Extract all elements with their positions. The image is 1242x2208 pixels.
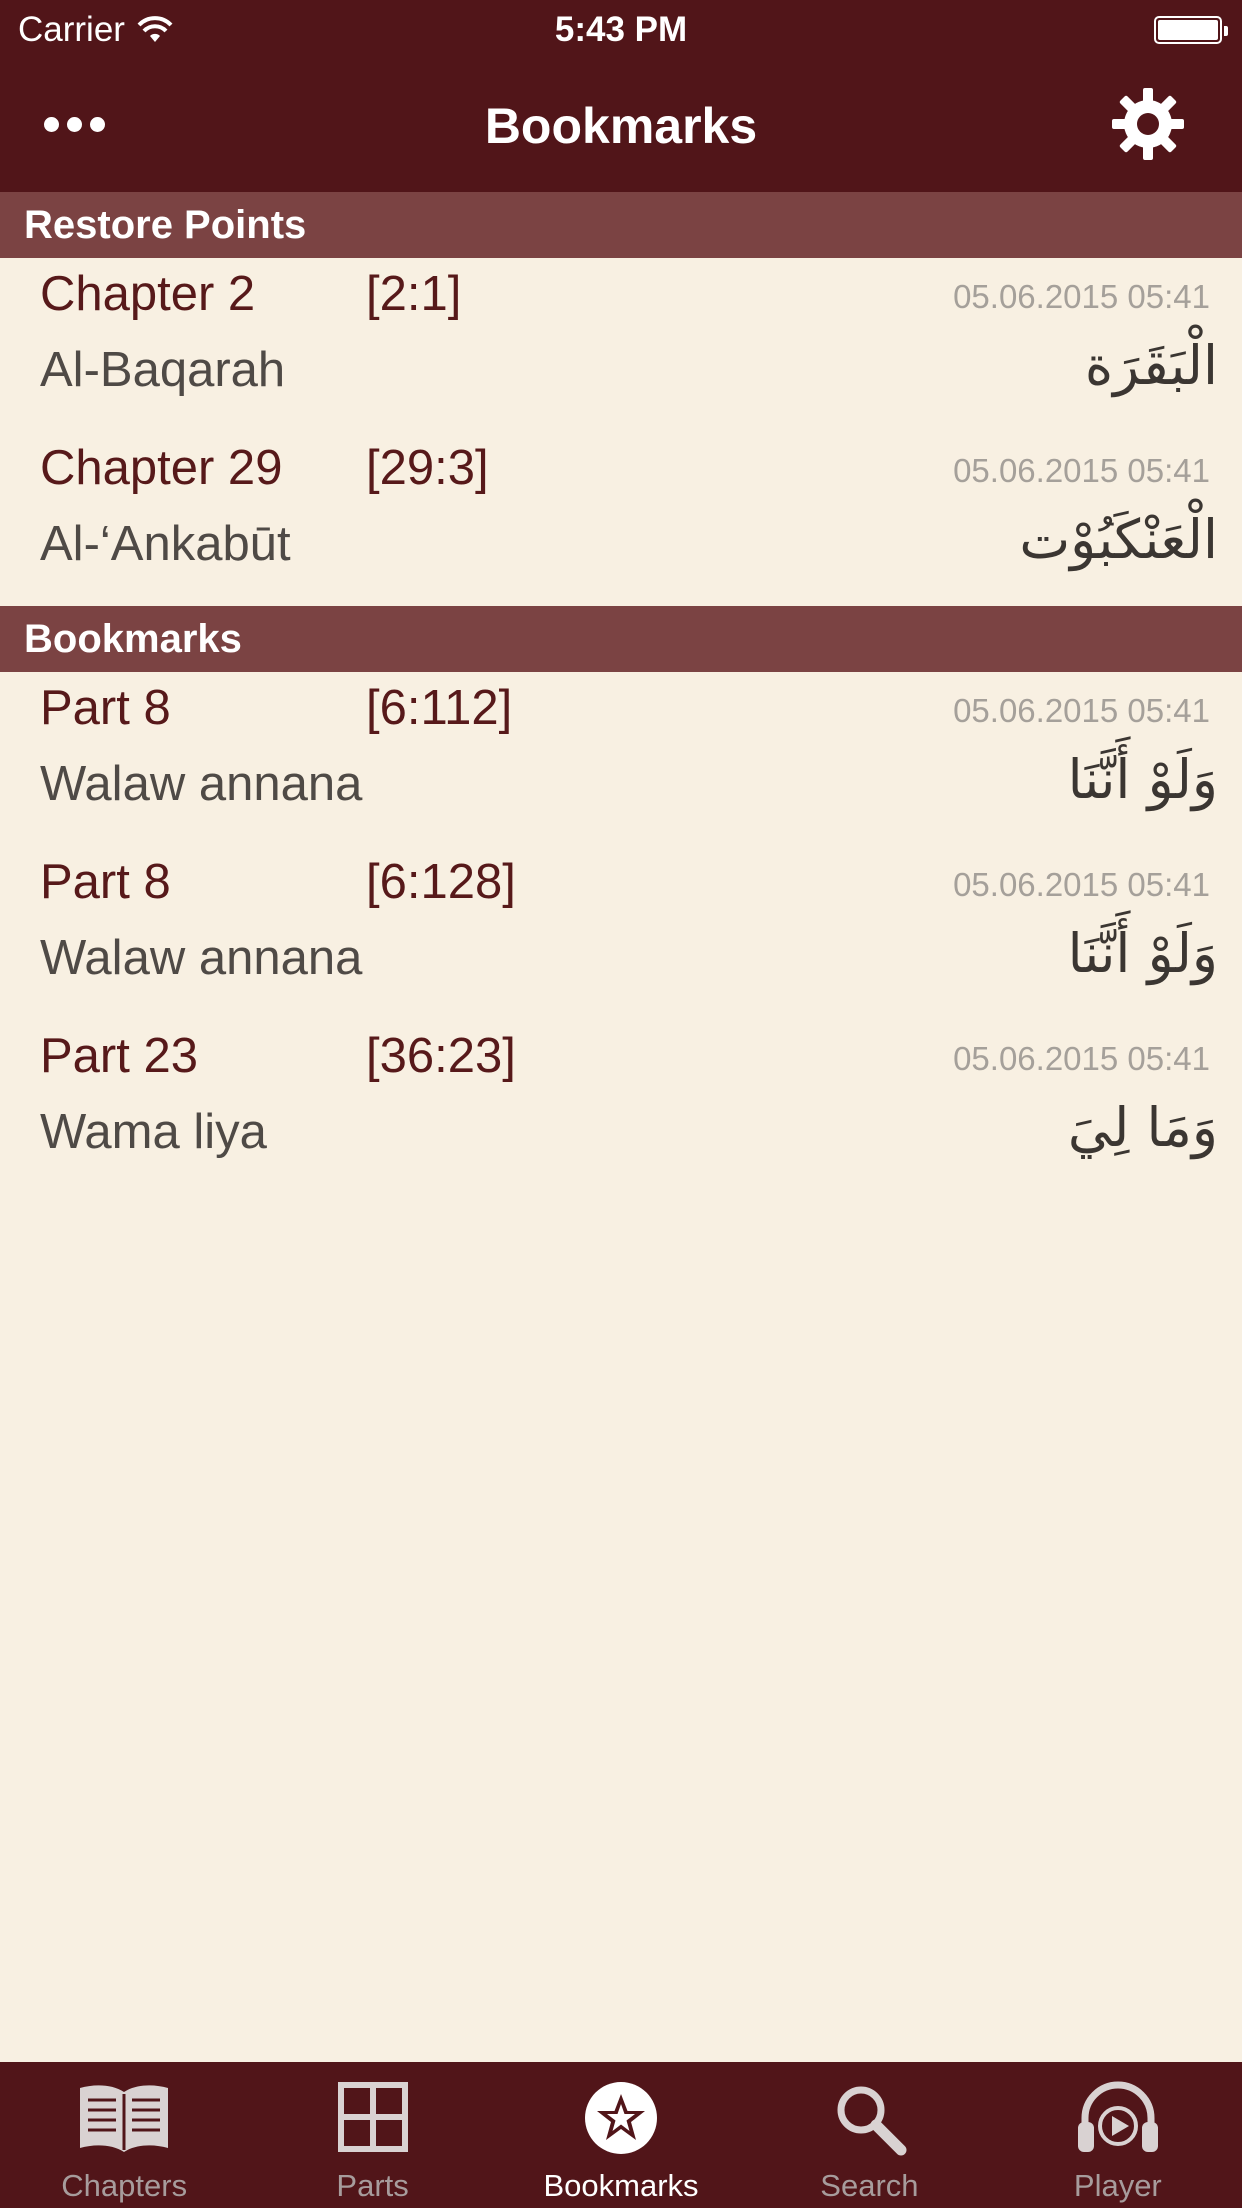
- row-date: 05.06.2015 05:41: [953, 866, 1210, 903]
- navigation-bar: Carrier 5:43 PM Bookmarks: [0, 0, 1242, 192]
- row-subtitle: Al-‘Ankabūt: [40, 517, 291, 571]
- tab-label: Chapters: [61, 2168, 188, 2203]
- row-title: Chapter 29: [40, 441, 283, 495]
- tab-search[interactable]: Search: [745, 2062, 993, 2208]
- list-item[interactable]: Part 8 [6:128] 05.06.2015 05:41 Walaw an…: [0, 846, 1242, 1020]
- list-item[interactable]: Chapter 2 [2:1] 05.06.2015 05:41 Al-Baqa…: [0, 258, 1242, 432]
- gear-icon[interactable]: [1110, 86, 1186, 162]
- tab-parts[interactable]: Parts: [248, 2062, 496, 2208]
- status-time: 5:43 PM: [554, 10, 688, 49]
- row-reference: [2:1]: [366, 267, 462, 321]
- row-reference: [36:23]: [366, 1029, 516, 1083]
- row-title: Chapter 2: [40, 267, 256, 321]
- row-subtitle: Wama liya: [40, 1105, 267, 1159]
- tab-label: Parts: [336, 2168, 409, 2203]
- list-item[interactable]: Chapter 29 [29:3] 05.06.2015 05:41 Al-‘A…: [0, 432, 1242, 606]
- row-subtitle: Al-Baqarah: [40, 343, 286, 397]
- list-item[interactable]: Part 23 [36:23] 05.06.2015 05:41 Wama li…: [0, 1020, 1242, 1194]
- tab-chapters[interactable]: Chapters: [0, 2062, 248, 2208]
- row-subtitle: Walaw annana: [40, 757, 363, 811]
- row-date: 05.06.2015 05:41: [953, 452, 1210, 489]
- row-arabic: الْبَقَرَة: [1084, 334, 1218, 397]
- tab-bar: Chapters Parts Bookmarks Search Player: [0, 2062, 1242, 2208]
- battery-icon: [1154, 16, 1228, 44]
- tab-label: Search: [820, 2168, 919, 2203]
- list-item[interactable]: Part 8 [6:112] 05.06.2015 05:41 Walaw an…: [0, 672, 1242, 846]
- row-date: 05.06.2015 05:41: [953, 1040, 1210, 1077]
- tab-label: Player: [1073, 2168, 1162, 2203]
- star-icon: [585, 2082, 658, 2154]
- row-date: 05.06.2015 05:41: [953, 692, 1210, 729]
- tab-label: Bookmarks: [543, 2168, 699, 2203]
- section-header-restore-points: Restore Points: [0, 192, 1242, 258]
- tab-player[interactable]: Player: [994, 2062, 1242, 2208]
- book-icon: [80, 2085, 169, 2152]
- tab-bookmarks[interactable]: Bookmarks: [497, 2062, 745, 2208]
- row-reference: [29:3]: [366, 441, 489, 495]
- page-title: Bookmarks: [484, 98, 758, 154]
- row-title: Part 8: [40, 681, 171, 735]
- row-title: Part 23: [40, 1029, 198, 1083]
- row-subtitle: Walaw annana: [40, 931, 363, 985]
- row-arabic: وَلَوْ أَنَّنَا: [1067, 748, 1218, 811]
- row-arabic: وَمَا لِيَ: [1067, 1096, 1218, 1159]
- section-header-bookmarks: Bookmarks: [0, 606, 1242, 672]
- row-reference: [6:112]: [366, 681, 513, 735]
- row-title: Part 8: [40, 855, 171, 909]
- grid-icon: [337, 2082, 408, 2152]
- search-icon: [837, 2086, 907, 2156]
- row-arabic: وَلَوْ أَنَّنَا: [1067, 922, 1218, 985]
- row-reference: [6:128]: [366, 855, 516, 909]
- row-date: 05.06.2015 05:41: [953, 278, 1210, 315]
- row-arabic: الْعَنْكَبُوْت: [1019, 508, 1218, 571]
- headphones-icon: [1077, 2081, 1158, 2152]
